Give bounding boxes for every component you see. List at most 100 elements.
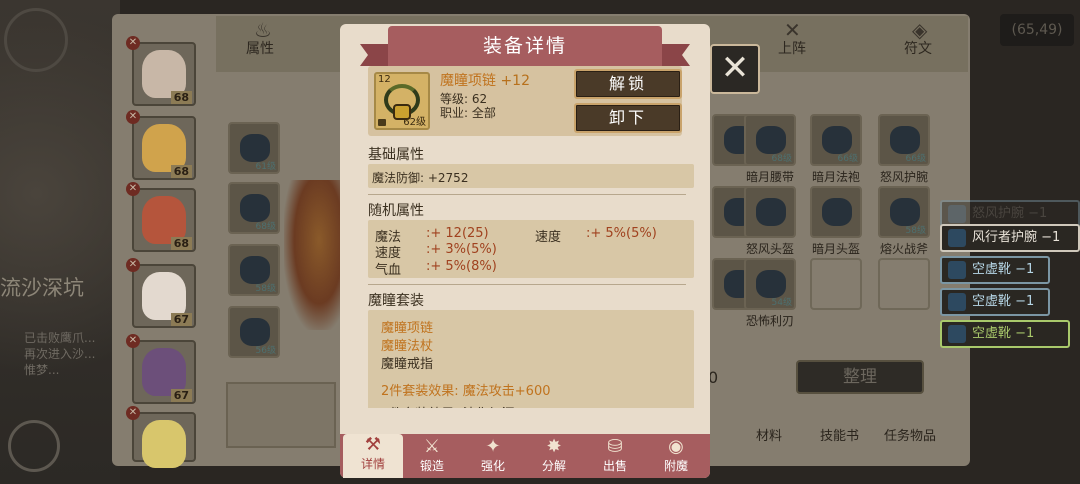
equip-slot[interactable]: 68级 — [228, 182, 280, 234]
tab-enchant[interactable]: ◉ 附魔 — [646, 436, 706, 478]
tab-materials[interactable]: 材料 — [756, 425, 782, 444]
hero-portrait[interactable]: ✕ 67 — [126, 334, 196, 404]
quest-log: 已击败鹰爪... 再次进入沙... 惟梦... — [24, 330, 95, 378]
inventory-label: 暗月头盔 — [812, 242, 861, 256]
stat-value: :+ 3%(5%) — [426, 242, 497, 257]
required-level: 62级 — [403, 117, 426, 128]
inventory-label: 熔火战斧 — [880, 242, 929, 256]
divider — [368, 194, 686, 195]
background-art — [0, 0, 120, 484]
set-header: 魔瞳套装 — [368, 293, 424, 309]
inventory-slot[interactable] — [744, 186, 796, 238]
equipment-icon — [822, 126, 852, 154]
enhance-level: 12 — [378, 74, 391, 85]
burst-icon: ✸ — [546, 436, 562, 457]
anvil-icon: ⚔ — [423, 436, 441, 457]
stat-value: :+ 5%(8%) — [426, 259, 497, 274]
lock-icon — [378, 119, 386, 126]
hero-portrait[interactable]: ✕ 67 — [126, 258, 196, 328]
tab-skill-books[interactable]: 技能书 — [820, 425, 859, 444]
item-plus: +12 — [500, 73, 530, 89]
hero-level: 67 — [170, 313, 192, 326]
quest-line: 再次进入沙... — [24, 347, 96, 361]
tab-dismantle[interactable]: ✸ 分解 — [524, 436, 584, 478]
equipment-icon — [756, 126, 786, 154]
equipment-icon — [240, 318, 270, 346]
inventory-slot[interactable]: 68级 — [744, 114, 796, 166]
inventory-slot[interactable]: 66级 — [878, 114, 930, 166]
close-button[interactable]: ✕ — [710, 44, 760, 94]
set-item: 魔瞳法杖 — [381, 339, 434, 354]
hero-portrait[interactable]: ✕ 68 — [126, 36, 196, 106]
equip-slot[interactable]: 56级 — [228, 306, 280, 358]
inventory-label: 怒风护腕 — [880, 170, 929, 184]
tab-forge[interactable]: ⚔ 锻造 — [402, 436, 462, 478]
hero-roster: ✕ 68 ✕ 68 ✕ 68 ✕ 67 ✕ 67 ✕ — [120, 28, 200, 468]
stat-key: 气血 — [375, 263, 402, 278]
item-icon-box[interactable]: 12 62级 — [374, 72, 430, 130]
inventory-slot[interactable]: 58级 — [878, 186, 930, 238]
equipment-icon — [756, 198, 786, 226]
base-stat: 魔法防御: +2752 — [372, 171, 469, 185]
set-bonus: 2件套装效果: 魔法攻击+600 — [381, 384, 551, 399]
remove-icon[interactable]: ✕ — [126, 406, 140, 420]
remove-icon[interactable]: ✕ — [126, 334, 140, 348]
tab-details[interactable]: ⚒ 详情 — [343, 434, 403, 478]
coins-icon: ⛁ — [607, 436, 623, 457]
hero-level: 67 — [170, 389, 192, 402]
joystick-ring[interactable] — [8, 420, 60, 472]
remove-icon[interactable]: ✕ — [126, 182, 140, 196]
pickup-log-entry: 空虚靴 −1 — [940, 256, 1050, 284]
remove-icon[interactable]: ✕ — [126, 258, 140, 272]
tab-attributes[interactable]: 属性 — [246, 38, 274, 58]
tab-quest-items[interactable]: 任务物品 — [884, 425, 936, 444]
map-title: 流沙深坑 — [0, 276, 84, 300]
tab-runes[interactable]: 符文 — [904, 38, 932, 58]
inventory-label: 暗月腰带 — [746, 170, 795, 184]
unlock-button[interactable]: 解锁 — [574, 69, 682, 99]
inventory-label: 暗月法袍 — [812, 170, 861, 184]
inventory-label: 怒风头盔 — [746, 242, 795, 256]
divider — [368, 284, 686, 285]
tab-sell[interactable]: ⛁ 出售 — [585, 436, 645, 478]
pickup-log-entry: 空虚靴 −1 — [940, 288, 1050, 316]
inventory-slot-empty[interactable] — [810, 258, 862, 310]
hero-portrait[interactable]: ✕ 68 — [126, 110, 196, 180]
equipment-icon — [240, 134, 270, 162]
hero-face — [142, 420, 186, 468]
equipment-icon — [822, 198, 852, 226]
equipment-icon — [240, 194, 270, 222]
inventory-label: 恐怖利刃 — [746, 314, 795, 328]
pickup-log-entry: 风行者护腕 −1 — [940, 224, 1080, 252]
equip-slot[interactable]: 61级 — [228, 122, 280, 174]
tab-lineup[interactable]: 上阵 — [778, 38, 806, 58]
inventory-slot[interactable]: 54级 — [744, 258, 796, 310]
inventory-slot[interactable] — [810, 186, 862, 238]
set-item: 魔瞳戒指 — [381, 357, 434, 372]
sort-button[interactable]: 整理 — [796, 360, 924, 394]
set-item: 魔瞳项链 — [381, 321, 434, 336]
coordinate-readout: (65,49) — [1000, 14, 1074, 46]
hero-level: 68 — [170, 91, 192, 104]
hero-level: 68 — [170, 237, 192, 250]
hammer-icon: ⚒ — [364, 434, 382, 455]
inventory-slot-empty[interactable] — [878, 258, 930, 310]
equipment-icon — [756, 270, 786, 298]
unequip-button[interactable]: 卸下 — [574, 103, 682, 133]
remove-icon[interactable]: ✕ — [126, 36, 140, 50]
equipment-detail-modal: 装备详情 12 62级 魔瞳项链 +12 等级: 62 职业: 全部 解锁 卸下… — [340, 24, 710, 478]
item-icon — [948, 205, 966, 223]
inventory-slot[interactable]: 66级 — [810, 114, 862, 166]
item-class-line: 职业: 全部 — [440, 106, 496, 120]
tab-enhance[interactable]: ✦ 强化 — [463, 436, 523, 478]
remove-icon[interactable]: ✕ — [126, 110, 140, 124]
avatar-ring[interactable] — [4, 8, 68, 72]
equip-slot[interactable]: 58级 — [228, 244, 280, 296]
hero-card[interactable] — [226, 382, 336, 448]
eye-icon: ◉ — [668, 436, 684, 457]
boot-icon — [948, 325, 966, 343]
hero-portrait[interactable]: ✕ 68 — [126, 182, 196, 252]
hero-portrait[interactable]: ✕ — [126, 406, 196, 468]
item-name: 魔瞳项链 +12 — [440, 73, 530, 89]
scroll-fade — [368, 408, 694, 420]
